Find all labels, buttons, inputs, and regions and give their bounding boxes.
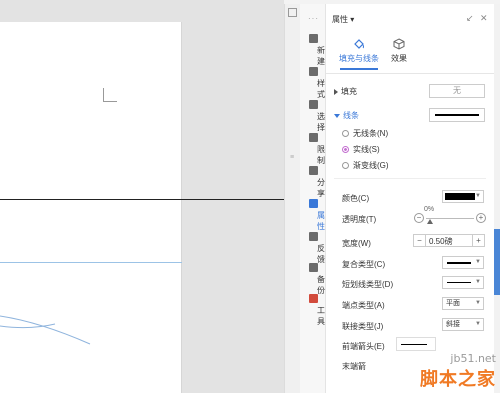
document-canvas[interactable] bbox=[0, 0, 284, 393]
width-value[interactable]: 0.50磅 bbox=[429, 236, 453, 247]
join-type-label: 联接类型(J) bbox=[342, 322, 384, 331]
begin-arrow-select[interactable] bbox=[396, 337, 436, 351]
end-arrow-label: 末端箭 bbox=[342, 362, 366, 371]
sidebar-item-tools[interactable]: 工具 bbox=[300, 294, 326, 326]
width-label: 宽度(W) bbox=[342, 239, 371, 248]
dash-type-select[interactable]: ▼ bbox=[442, 276, 484, 289]
paint-bucket-icon bbox=[354, 39, 364, 49]
join-type-select[interactable]: 斜接 ▼ bbox=[442, 318, 484, 331]
selected-line-shape[interactable] bbox=[0, 199, 284, 200]
chevron-down-icon: ▼ bbox=[475, 193, 481, 199]
share-icon bbox=[308, 166, 318, 175]
width-stepper[interactable]: − 0.50磅 + bbox=[413, 234, 485, 247]
color-picker[interactable]: ▼ bbox=[442, 190, 484, 203]
close-icon[interactable]: ✕ bbox=[480, 13, 488, 24]
radio-no-line[interactable]: 无线条(N) bbox=[342, 128, 388, 139]
task-pane-bar: ··· 新建 样式 选择 限制 分享 属性 反馈 备份 工具 bbox=[300, 4, 326, 393]
watermark-name: 脚本之家 bbox=[420, 369, 496, 390]
sidebar-item-share[interactable]: 分享 bbox=[300, 166, 326, 198]
compound-type-label: 复合类型(C) bbox=[342, 260, 386, 269]
compound-type-select[interactable]: ▼ bbox=[442, 256, 484, 269]
width-decrease-button[interactable]: − bbox=[414, 235, 426, 246]
sidebar-item-backup[interactable]: 备份 bbox=[300, 263, 326, 295]
panel-scroll-strip bbox=[494, 4, 500, 393]
backup-icon bbox=[308, 263, 318, 272]
properties-icon bbox=[308, 199, 318, 208]
watermark: jb51.net 脚本之家 bbox=[420, 352, 496, 391]
transparency-label: 透明度(T) bbox=[342, 215, 377, 224]
sidebar-item-select[interactable]: 选择 bbox=[300, 100, 326, 132]
cube-icon bbox=[393, 38, 405, 50]
sidebar-item-style[interactable]: 样式 bbox=[300, 67, 326, 99]
watermark-site: jb51.net bbox=[450, 352, 496, 365]
cap-type-select[interactable]: 平面 ▼ bbox=[442, 297, 484, 310]
collapse-icon[interactable] bbox=[288, 8, 297, 17]
panel-divider[interactable]: ≡ bbox=[284, 4, 300, 393]
slider-track[interactable] bbox=[426, 218, 474, 219]
toolbox-icon bbox=[308, 294, 318, 303]
chevron-down-icon: ▼ bbox=[475, 321, 481, 327]
curve-shape[interactable] bbox=[0, 300, 182, 360]
cap-type-label: 端点类型(A) bbox=[342, 301, 385, 310]
line-section-toggle[interactable]: 线条 bbox=[334, 110, 359, 121]
collapse-arrow-icon bbox=[334, 113, 340, 118]
chevron-down-icon: ▼ bbox=[475, 259, 481, 265]
sidebar-item-feedback[interactable]: 反馈 bbox=[300, 232, 326, 264]
fill-dropdown[interactable]: 无 bbox=[429, 84, 485, 98]
margin-corner-mark bbox=[103, 88, 117, 102]
sidebar-item-properties[interactable]: 属性 bbox=[300, 199, 326, 231]
increase-icon[interactable]: + bbox=[476, 213, 486, 223]
select-icon bbox=[308, 100, 318, 109]
panel-title[interactable]: 属性 ▾ bbox=[332, 14, 354, 25]
sidebar-item-restrict[interactable]: 限制 bbox=[300, 133, 326, 165]
transparency-slider[interactable]: − 0% + bbox=[414, 206, 486, 225]
fill-section-toggle[interactable]: 填充 bbox=[334, 86, 357, 97]
slider-knob[interactable] bbox=[427, 219, 433, 224]
chevron-down-icon: ▼ bbox=[475, 300, 481, 306]
document-icon bbox=[308, 34, 318, 43]
color-label: 颜色(C) bbox=[342, 194, 370, 203]
restore-icon[interactable]: ↙ bbox=[466, 13, 474, 24]
sidebar-item-new[interactable]: 新建 bbox=[300, 34, 326, 66]
chevron-down-icon: ▼ bbox=[475, 279, 481, 285]
radio-solid-line[interactable]: 实线(S) bbox=[342, 144, 380, 155]
expand-arrow-icon bbox=[334, 88, 338, 95]
feedback-icon bbox=[308, 232, 318, 241]
divider bbox=[334, 178, 486, 179]
property-tabs: 填充与线条 效果 bbox=[326, 34, 494, 74]
grip-icon[interactable]: ≡ bbox=[290, 154, 294, 161]
properties-panel: 属性 ▾ ↙ ✕ 填充与线条 效果 填充 无 线条 无线条(N) 实线(S) 渐… bbox=[326, 4, 494, 393]
dash-type-label: 短划线类型(D) bbox=[342, 280, 394, 289]
more-icon[interactable]: ··· bbox=[308, 14, 319, 23]
radio-gradient-line[interactable]: 渐变线(G) bbox=[342, 160, 389, 171]
line-style-preview[interactable] bbox=[429, 108, 485, 122]
width-increase-button[interactable]: + bbox=[472, 235, 484, 246]
transparency-value: 0% bbox=[424, 206, 435, 213]
tab-effects[interactable]: 效果 bbox=[374, 34, 424, 64]
guide-line bbox=[0, 262, 182, 263]
decrease-icon[interactable]: − bbox=[414, 213, 424, 223]
style-icon bbox=[308, 67, 318, 76]
restrict-icon bbox=[308, 133, 318, 142]
panel-title-text: 属性 bbox=[332, 15, 348, 24]
color-swatch bbox=[445, 193, 475, 200]
begin-arrow-label: 前端箭头(E) bbox=[342, 342, 385, 351]
expand-handle[interactable] bbox=[494, 229, 500, 295]
